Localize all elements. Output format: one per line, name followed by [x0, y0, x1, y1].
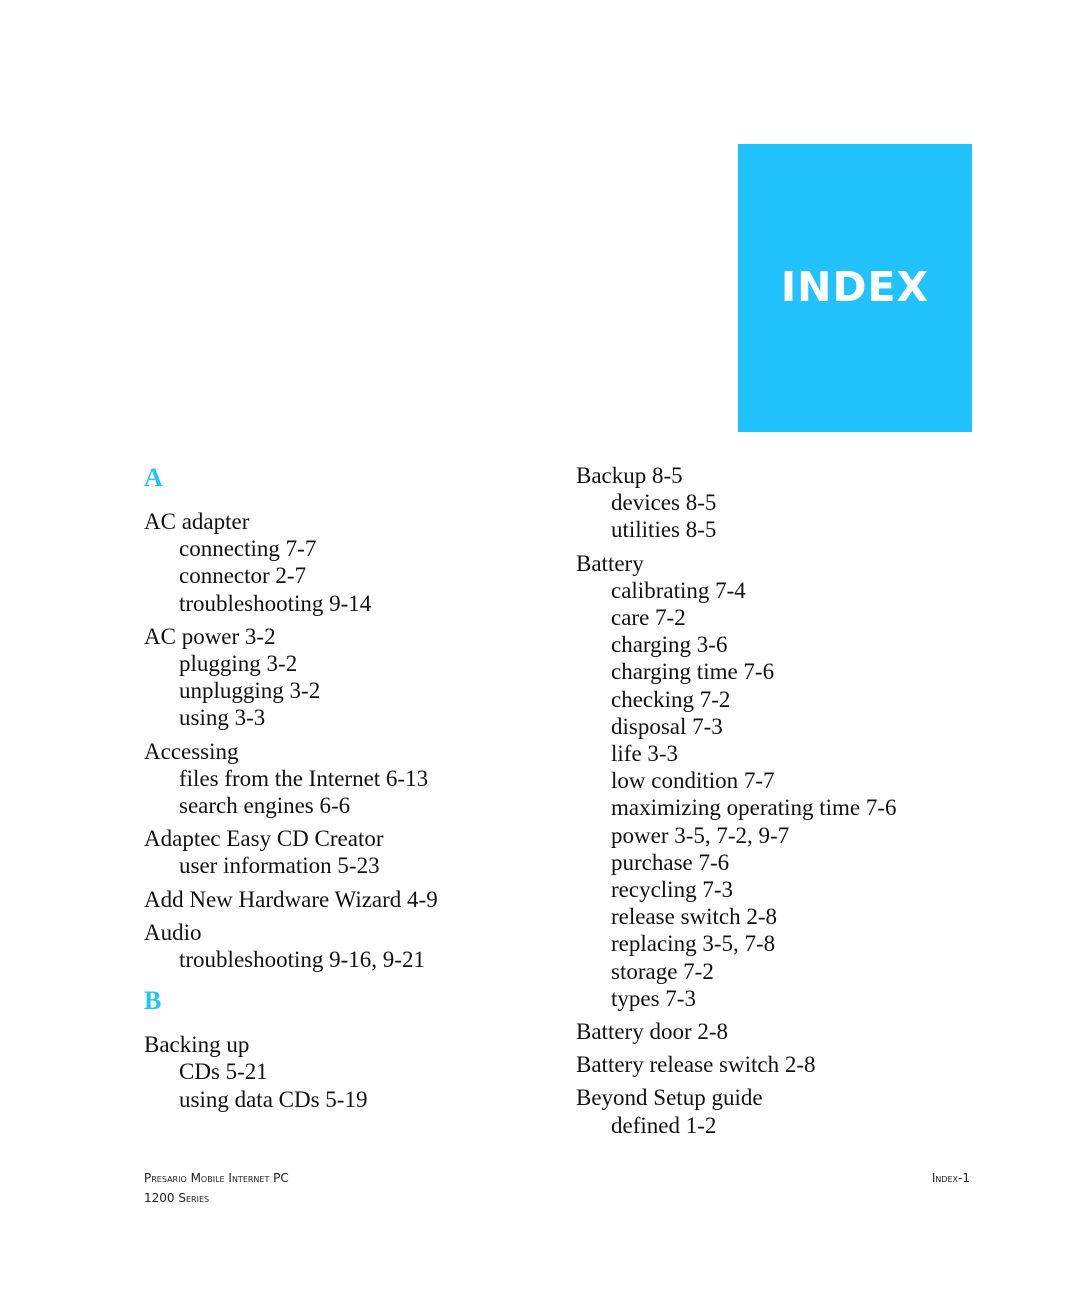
index-subterm: storage 7-2: [611, 958, 714, 984]
index-subterm: using 3-3: [179, 705, 266, 731]
index-subterm: files from the Internet 6-13: [179, 765, 429, 791]
index-column-right: Backup 8-5 devices 8-5 utilities 8-5 Batter…: [576, 462, 897, 1145]
index-entry: Backing up CDs 5-21 using data CDs 5-19: [144, 1031, 438, 1113]
index-entry: AC power 3-2 plugging 3-2 unplugging 3-2 us…: [144, 623, 438, 732]
page-title: INDEX: [780, 263, 930, 311]
index-subterm: connecting 7-7: [179, 536, 317, 562]
index-subterm: troubleshooting 9-16, 9-21: [179, 947, 425, 973]
index-term: Backing up: [144, 1032, 250, 1058]
index-subterm: life 3-3: [611, 741, 679, 767]
index-subterm: maximizing operating time 7-6: [611, 795, 897, 821]
index-column-left: A AC adapter connecting 7-7 connector 2-7 tr…: [144, 460, 438, 1119]
index-subterm: types 7-3: [611, 985, 696, 1011]
index-subterm: connector 2-7: [179, 563, 307, 589]
index-subterm: recycling 7-3: [611, 877, 733, 903]
index-entry: Adaptec Easy CD Creator user information …: [144, 825, 438, 879]
index-subterm: charging 3-6: [611, 632, 728, 658]
index-term: AC power 3-2: [144, 623, 276, 649]
index-subterm: troubleshooting 9-14: [179, 590, 372, 616]
index-entry: Add New Hardware Wizard 4-9: [144, 886, 438, 913]
index-subterm: checking 7-2: [611, 686, 731, 712]
index-subterm: care 7-2: [611, 605, 686, 631]
index-subterm: user information 5-23: [179, 853, 380, 879]
index-entry: AC adapter connecting 7-7 connector 2-7 tro…: [144, 508, 438, 617]
index-term: Backup 8-5: [576, 463, 683, 488]
index-term: Battery: [576, 550, 644, 576]
index-entry: Battery door 2-8: [576, 1018, 897, 1045]
index-subterm: plugging 3-2: [179, 651, 298, 677]
index-entry: Backup 8-5 devices 8-5 utilities 8-5: [576, 462, 897, 544]
index-term: Audio: [144, 919, 202, 945]
index-term: AC adapter: [144, 509, 250, 534]
index-title-block: INDEX: [738, 144, 972, 432]
index-term: Beyond Setup guide: [576, 1085, 763, 1111]
footer-product-series: 1200 Series: [144, 1191, 210, 1205]
footer-product-name: Presario Mobile Internet PC: [144, 1171, 289, 1185]
index-subterm: defined 1-2: [611, 1112, 717, 1138]
index-subterm: low condition 7-7: [611, 768, 775, 794]
index-subterm: devices 8-5: [611, 490, 717, 516]
section-letter: A: [144, 463, 163, 492]
index-entry: Accessing files from the Internet 6-13 sea…: [144, 738, 438, 820]
index-entry: Battery calibrating 7-4 care 7-2 charging 3…: [576, 550, 897, 1012]
index-subterm: using data CDs 5-19: [179, 1086, 368, 1112]
index-term: Battery door 2-8: [576, 1019, 729, 1045]
index-term: Add New Hardware Wizard 4-9: [144, 886, 438, 912]
index-subterm: disposal 7-3: [611, 713, 723, 739]
index-subterm: power 3-5, 7-2, 9-7: [611, 822, 790, 848]
footer-product: Presario Mobile Internet PC 1200 Series: [144, 1168, 289, 1208]
index-term: Battery release switch 2-8: [576, 1052, 816, 1078]
section-letter: B: [144, 986, 162, 1016]
index-term: Adaptec Easy CD Creator: [144, 826, 384, 852]
index-entry: Audio troubleshooting 9-16, 9-21: [144, 919, 438, 973]
index-subterm: replacing 3-5, 7-8: [611, 931, 776, 957]
index-term: Accessing: [144, 738, 239, 764]
index-subterm: charging time 7-6: [611, 659, 775, 685]
index-subterm: calibrating 7-4: [611, 577, 746, 603]
index-entry: Battery release switch 2-8: [576, 1051, 897, 1078]
index-subterm: unplugging 3-2: [179, 678, 321, 704]
footer-page-number: Index-1: [931, 1171, 970, 1185]
index-subterm: purchase 7-6: [611, 849, 730, 875]
index-subterm: CDs 5-21: [179, 1059, 268, 1085]
index-entry: Beyond Setup guide defined 1-2: [576, 1084, 897, 1138]
index-subterm: search engines 6-6: [179, 793, 351, 819]
index-subterm: utilities 8-5: [611, 517, 717, 543]
index-subterm: release switch 2-8: [611, 904, 778, 930]
